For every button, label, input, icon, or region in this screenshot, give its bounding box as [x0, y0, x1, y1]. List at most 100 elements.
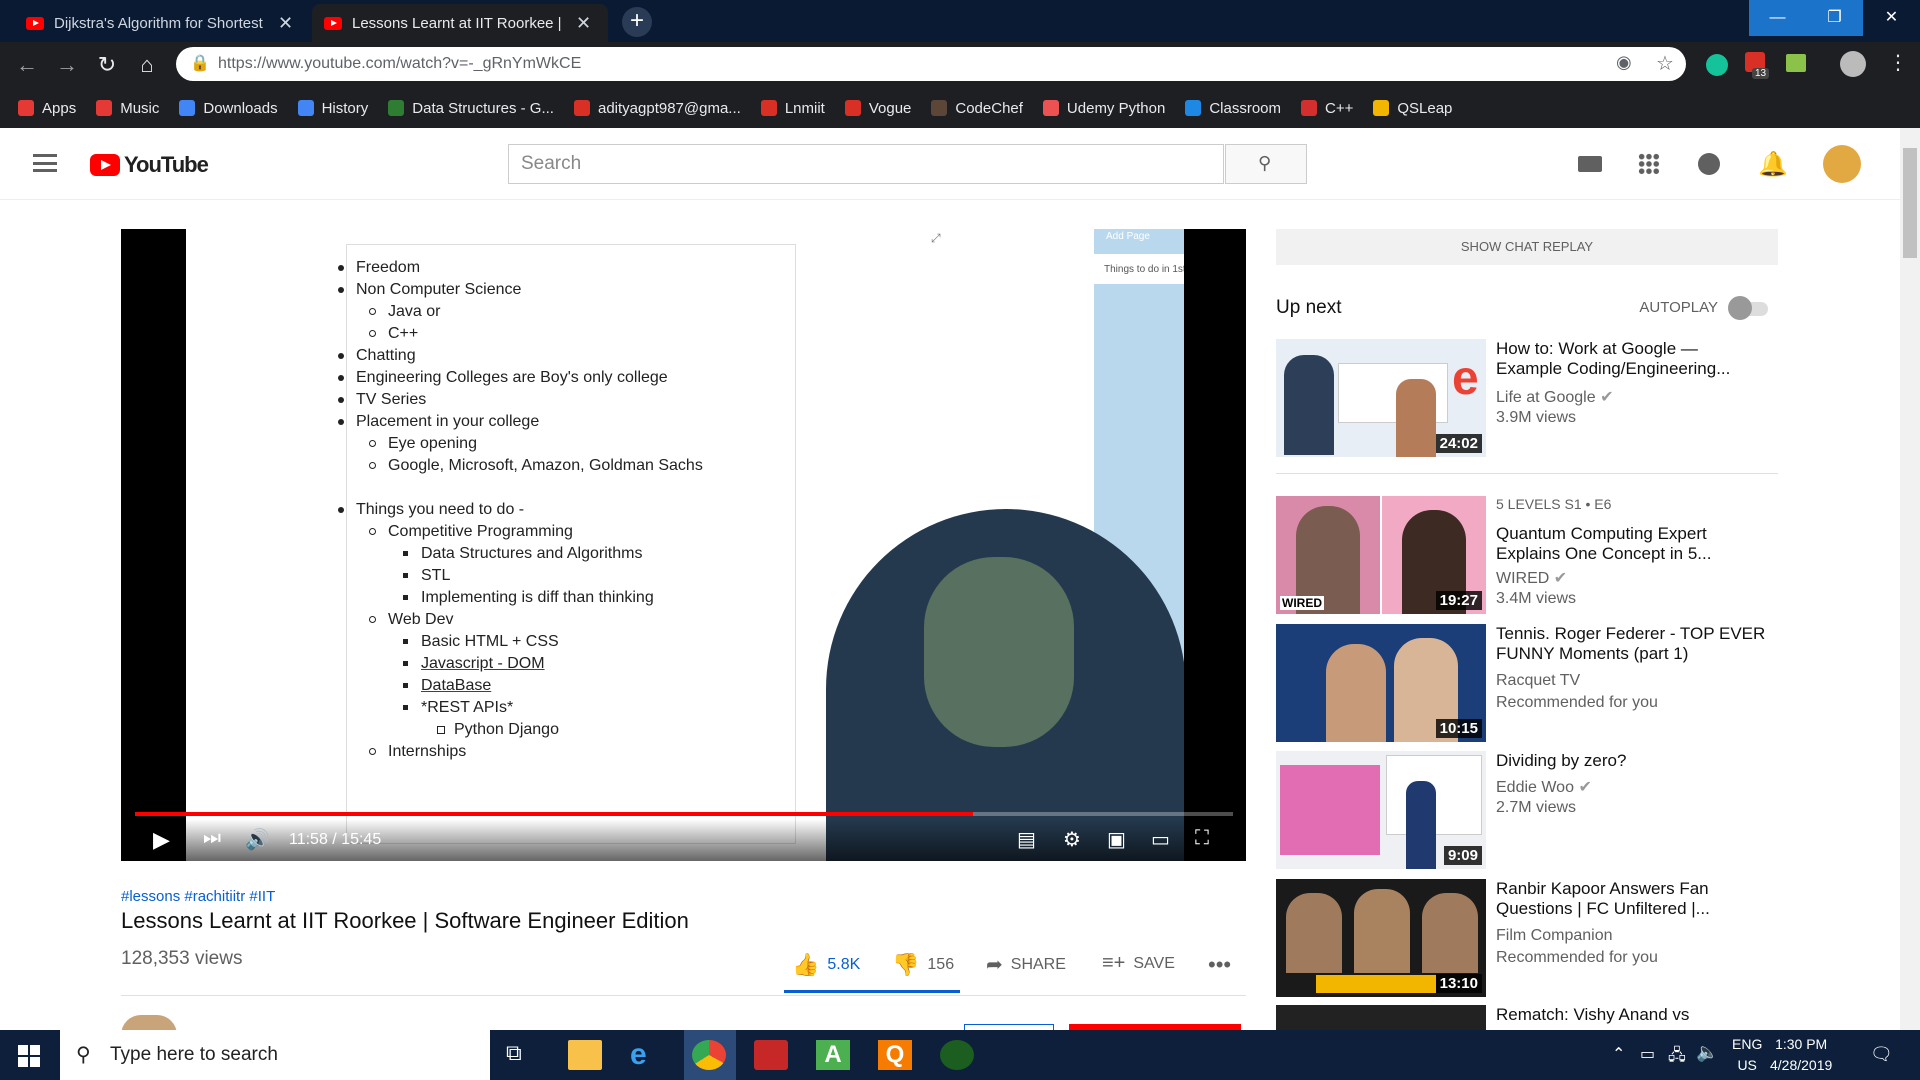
like-ratio-bar	[784, 990, 960, 993]
search-input[interactable]: Search	[508, 144, 1224, 184]
bookmark-item[interactable]: C++	[1301, 100, 1353, 117]
share-button[interactable]: ➦ SHARE	[986, 952, 1066, 977]
search-button[interactable]: ⚲	[1225, 144, 1307, 184]
video-thumbnail[interactable]: WIRED 19:27	[1276, 496, 1486, 614]
hamburger-menu-icon[interactable]	[33, 154, 57, 172]
hashtags[interactable]: #lessons #rachitiitr #IIT	[121, 888, 275, 905]
bookmark-item[interactable]: Udemy Python	[1042, 100, 1165, 117]
bookmark-item[interactable]: Lnmiit	[760, 99, 825, 117]
recommendation-item[interactable]: 10:15 Tennis. Roger Federer - TOP EVER F…	[1276, 624, 1778, 742]
edge-browser-icon[interactable]: e	[630, 1040, 664, 1070]
account-avatar[interactable]	[1823, 145, 1861, 183]
mail-extension-icon[interactable]	[1786, 54, 1806, 72]
youtube-logo[interactable]: YouTube	[90, 152, 209, 178]
video-player[interactable]: Freedom Non Computer Science Java or C++ Cha…	[121, 229, 1246, 861]
volume-icon[interactable]: 🔊	[245, 827, 270, 852]
bookmark-item[interactable]: Apps	[18, 100, 76, 117]
task-view-icon[interactable]: ⧉	[506, 1040, 540, 1070]
profile-avatar[interactable]	[1840, 51, 1866, 77]
video-thumbnail[interactable]: e 24:02	[1276, 339, 1486, 457]
more-actions-icon[interactable]: •••	[1208, 952, 1231, 978]
bookmark-item[interactable]: History	[297, 100, 368, 117]
bookmark-item[interactable]: adityagpt987@gma...	[573, 100, 741, 117]
tab-dijkstra[interactable]: Dijkstra's Algorithm for Shortest ✕	[14, 4, 310, 42]
progress-bar[interactable]	[135, 812, 1233, 816]
forward-icon[interactable]: →	[52, 50, 82, 80]
input-language[interactable]: ENG US	[1732, 1034, 1762, 1076]
messages-icon[interactable]	[1698, 153, 1720, 175]
settings-gear-icon[interactable]: ⚙	[1063, 827, 1081, 852]
minimize-button[interactable]: —	[1749, 0, 1806, 36]
bookmark-icon	[760, 100, 777, 116]
app-a-icon[interactable]: A	[816, 1040, 850, 1070]
menu-icon[interactable]: ⋮	[1888, 50, 1908, 75]
action-center-icon[interactable]: 🗨	[1870, 1044, 1893, 1065]
home-icon[interactable]: ⌂	[132, 50, 162, 80]
duration-badge: 24:02	[1435, 434, 1482, 453]
notifications-bell-icon[interactable]: 🔔	[1758, 150, 1788, 179]
bookmark-item[interactable]: Music	[96, 100, 159, 117]
like-button[interactable]: 👍 5.8K	[792, 952, 860, 978]
miniplayer-icon[interactable]: ▣	[1107, 827, 1126, 852]
bookmark-item[interactable]: Classroom	[1185, 100, 1281, 117]
verified-check-icon: ✔	[1600, 389, 1614, 406]
tab-title: Lessons Learnt at IIT Roorkee | Sc	[352, 14, 566, 32]
bookmark-item[interactable]: Data Structures - G...	[388, 100, 554, 117]
acrobat-icon[interactable]	[754, 1040, 788, 1070]
close-tab-icon[interactable]: ✕	[278, 13, 293, 34]
theater-mode-icon[interactable]: ▭	[1151, 827, 1170, 852]
bookmark-star-icon[interactable]: ☆	[1656, 51, 1674, 76]
channel-name: Eddie Woo ✔	[1496, 779, 1592, 796]
recommendation-item[interactable]: WIRED 19:27 5 LEVELS S1 • E6 Quantum Com…	[1276, 496, 1778, 614]
dislike-button[interactable]: 👎 156	[892, 952, 954, 978]
speedometer-icon[interactable]	[940, 1040, 974, 1070]
file-explorer-icon[interactable]	[568, 1040, 602, 1070]
volume-icon[interactable]: 🔈	[1696, 1042, 1718, 1063]
close-window-button[interactable]: ✕	[1863, 0, 1920, 36]
battery-icon[interactable]: ▭	[1640, 1044, 1655, 1064]
grammarly-icon[interactable]	[1706, 54, 1728, 76]
video-title: Rematch: Vishy Anand vs	[1496, 1005, 1690, 1024]
view-count: 3.4M views	[1496, 590, 1577, 607]
taskbar-search-box[interactable]: ⚲ Type here to search	[60, 1030, 490, 1080]
play-icon[interactable]: ▶	[153, 827, 170, 853]
bookmark-label: Lnmiit	[784, 99, 825, 117]
page-scrollbar[interactable]	[1900, 128, 1920, 1030]
fullscreen-icon[interactable]: ⛶	[1195, 827, 1209, 850]
duration-badge: 9:09	[1443, 846, 1482, 865]
new-tab-button[interactable]: +	[622, 7, 652, 37]
close-tab-icon[interactable]: ✕	[576, 13, 591, 34]
recommendation-item[interactable]: 9:09 Dividing by zero? Eddie Woo ✔ 2.7M …	[1276, 751, 1778, 869]
cookie-blocked-icon[interactable]: ◉	[1616, 52, 1632, 73]
reload-icon[interactable]: ↻	[92, 50, 122, 80]
system-clock[interactable]: 1:30 PM 4/28/2019	[1770, 1034, 1832, 1076]
recommendation-item[interactable]: 13:10 Ranbir Kapoor Answers Fan Question…	[1276, 879, 1778, 997]
show-chat-replay-button[interactable]: SHOW CHAT REPLAY	[1276, 229, 1778, 265]
restore-button[interactable]: ❐	[1806, 0, 1863, 36]
apps-grid-icon[interactable]	[1638, 153, 1660, 175]
save-button[interactable]: ≡+ SAVE	[1102, 952, 1175, 975]
show-hidden-icons[interactable]: ⌃	[1612, 1044, 1625, 1064]
bookmark-item[interactable]: QSLeap	[1373, 100, 1452, 117]
bookmark-item[interactable]: Vogue	[844, 100, 911, 117]
app-q-icon[interactable]: Q	[878, 1040, 912, 1070]
autoplay-toggle[interactable]	[1728, 296, 1768, 320]
video-thumbnail[interactable]: 10:15	[1276, 624, 1486, 742]
bookmark-item[interactable]: CodeChef	[931, 100, 1023, 117]
video-thumbnail[interactable]	[1276, 1005, 1486, 1030]
video-thumbnail[interactable]: 9:09	[1276, 751, 1486, 869]
bookmark-item[interactable]: Downloads	[179, 100, 278, 117]
create-video-icon[interactable]	[1578, 156, 1602, 172]
windows-start-icon[interactable]	[18, 1045, 40, 1067]
network-icon[interactable]: 🖧	[1668, 1044, 1686, 1071]
chrome-icon[interactable]	[692, 1040, 726, 1070]
next-icon[interactable]: ⏭	[203, 827, 221, 850]
subtitles-icon[interactable]: ▤	[1017, 827, 1036, 852]
address-bar[interactable]: 🔒 https://www.youtube.com/watch?v=-_gRnY…	[176, 47, 1686, 81]
video-title: Dividing by zero?	[1496, 751, 1627, 770]
tab-lessons[interactable]: Lessons Learnt at IIT Roorkee | Sc ✕	[312, 4, 608, 42]
back-icon[interactable]: ←	[12, 50, 42, 80]
recommendation-item[interactable]: Rematch: Vishy Anand vs	[1276, 1005, 1778, 1030]
video-thumbnail[interactable]: 13:10	[1276, 879, 1486, 997]
recommendation-item[interactable]: e 24:02 How to: Work at Google — Example…	[1276, 339, 1778, 457]
